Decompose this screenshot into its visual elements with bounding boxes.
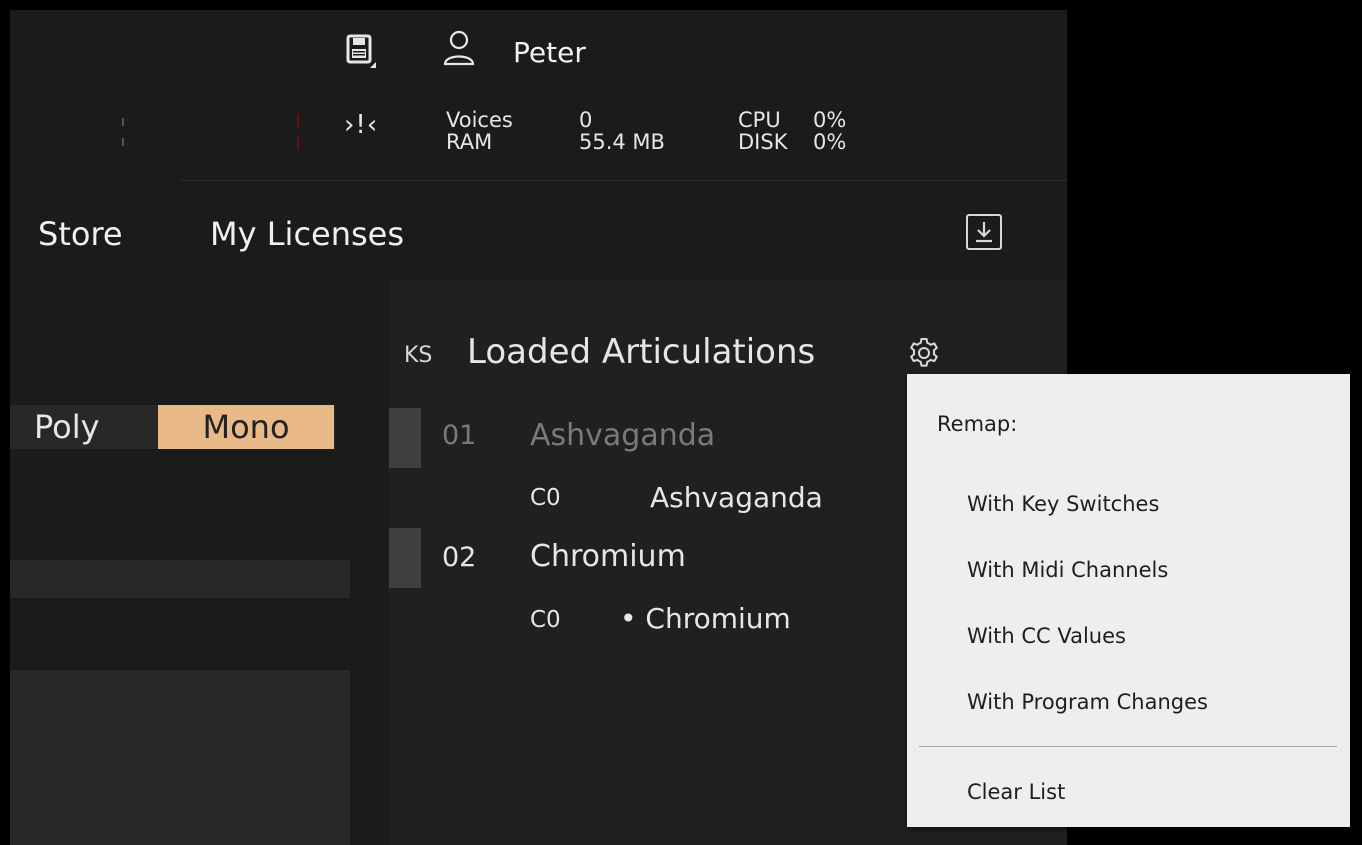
midi-activity-indicator: ›!‹ (344, 110, 379, 140)
menu-item-program-changes[interactable]: With Program Changes (967, 682, 1337, 722)
articulations-title: Loaded Articulations (467, 332, 816, 372)
nav-my-licenses-link[interactable]: My Licenses (210, 215, 404, 253)
mono-button[interactable]: Mono (158, 405, 334, 449)
articulation-key: C0 (530, 607, 561, 633)
articulation-marker[interactable] (389, 528, 421, 588)
articulation-sub-name: • Chromium (620, 602, 791, 635)
peak-meter-segment (297, 114, 299, 128)
articulation-marker[interactable] (389, 408, 421, 468)
menu-item-cc-values[interactable]: With CC Values (967, 616, 1337, 656)
menu-heading: Remap: (937, 412, 1018, 436)
left-panel-area (10, 670, 350, 845)
articulation-name[interactable]: Ashvaganda (530, 418, 715, 453)
menu-separator (919, 746, 1337, 747)
articulation-key: C0 (530, 485, 561, 511)
disk-value: 0% (813, 130, 847, 154)
ram-value: 55.4 MB (579, 130, 665, 154)
meter-segment (122, 138, 124, 146)
disk-label: DISK (738, 130, 788, 154)
menu-item-key-switches[interactable]: With Key Switches (967, 484, 1337, 524)
download-icon (976, 222, 992, 243)
meter-segment (122, 118, 124, 126)
articulation-name[interactable]: Chromium (530, 539, 686, 574)
articulation-number: 01 (442, 420, 477, 451)
nav-bar (10, 181, 1067, 281)
nav-store-link[interactable]: Store (38, 215, 123, 253)
articulation-number: 02 (442, 542, 477, 573)
header: Peter ›!‹ Voices 0 RAM 55.4 MB CPU 0% DI… (10, 10, 1067, 180)
save-icon[interactable] (346, 34, 376, 68)
articulation-sub-name: Ashvaganda (650, 481, 823, 514)
user-icon[interactable] (443, 30, 475, 66)
voices-value: 0 (579, 108, 593, 132)
gear-icon[interactable] (907, 336, 941, 370)
peak-meter-segment (297, 136, 299, 150)
remap-context-menu: Remap: With Key Switches With Midi Chann… (907, 374, 1350, 827)
menu-item-midi-channels[interactable]: With Midi Channels (967, 550, 1337, 590)
ram-label: RAM (446, 130, 493, 154)
voices-label: Voices (446, 108, 513, 132)
menu-item-clear-list[interactable]: Clear List (967, 772, 1337, 812)
user-name[interactable]: Peter (513, 36, 586, 69)
cpu-value: 0% (813, 108, 847, 132)
cpu-label: CPU (738, 108, 781, 132)
poly-button[interactable]: Poly (34, 408, 100, 446)
left-panel-bar (10, 560, 350, 598)
download-button[interactable] (966, 214, 1002, 250)
ks-label: KS (404, 343, 433, 368)
